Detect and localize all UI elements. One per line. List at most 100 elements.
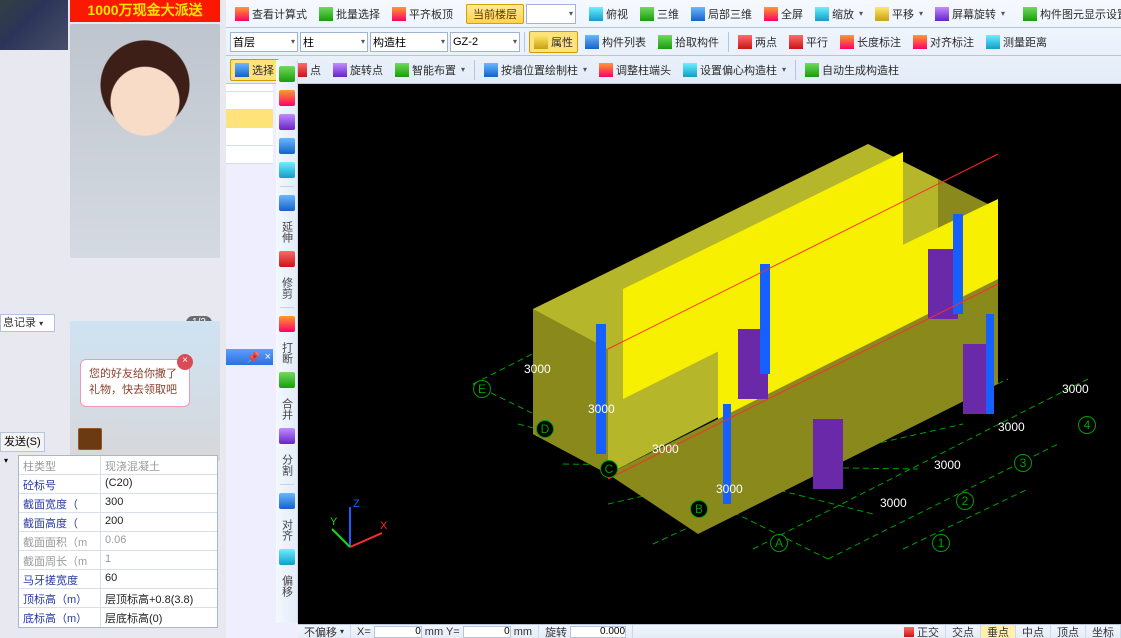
btn-fullscreen[interactable]: 全屏	[759, 3, 808, 25]
vtool-align-icon[interactable]	[279, 493, 295, 509]
prop-value[interactable]: 层顶标高+0.8(3.8)	[101, 589, 217, 607]
vtool-split-icon[interactable]	[279, 428, 295, 444]
y-input[interactable]	[463, 626, 511, 638]
batch-icon	[319, 7, 333, 21]
category-select[interactable]: 柱▾	[300, 32, 368, 52]
prop-label: 截面高度（	[19, 513, 101, 531]
gift-icon[interactable]	[78, 428, 102, 450]
snap-perp[interactable]: 垂点	[981, 624, 1016, 638]
btn-parallel[interactable]: 平行	[784, 31, 833, 53]
btn-topview[interactable]: 俯视	[584, 3, 633, 25]
btn-zoom[interactable]: 缩放	[810, 3, 868, 25]
status-rotate[interactable]: 旋转	[539, 625, 633, 638]
btn-offset-col[interactable]: 设置偏心构造柱	[678, 59, 791, 81]
list-item[interactable]	[226, 146, 273, 164]
btn-properties[interactable]: 属性	[529, 31, 578, 53]
snap-intersect[interactable]: 交点	[946, 624, 981, 638]
snap-vertex[interactable]: 顶点	[1051, 624, 1086, 638]
btn-pick[interactable]: 拾取构件	[653, 31, 724, 53]
vtool-pencil-icon[interactable]	[279, 66, 295, 82]
btn-length-dim[interactable]: 长度标注	[835, 31, 906, 53]
panel-header: 📌×	[226, 349, 273, 365]
offsetcol-icon	[683, 63, 697, 77]
btn-calc[interactable]: 查看计算式	[230, 3, 312, 25]
btn-align-top[interactable]: 平齐板顶	[387, 3, 458, 25]
rot-input[interactable]	[570, 626, 626, 638]
prop-value[interactable]: 200	[101, 513, 217, 531]
length-icon	[840, 35, 854, 49]
bubble-text: 您的好友给你撒了礼物，快去领取吧	[89, 368, 177, 396]
close-icon[interactable]: ×	[265, 351, 271, 363]
vertical-toolbar: 延伸 修剪 打断 合并 分割 对齐 偏移	[276, 60, 298, 623]
dim-label: 3000	[1062, 382, 1089, 396]
btn-select[interactable]: 选择	[230, 59, 279, 81]
floor-combo[interactable]: ▾	[526, 4, 576, 24]
code-select[interactable]: GZ-2▾	[450, 32, 520, 52]
status-x[interactable]: X=mm Y=mm	[351, 625, 539, 638]
topview-icon	[589, 7, 603, 21]
floor-pill: 当前楼层	[466, 4, 524, 24]
floor-select[interactable]: 首层▾	[230, 32, 298, 52]
btn-2pt[interactable]: 两点	[733, 31, 782, 53]
pick-icon	[658, 35, 672, 49]
snap-mid[interactable]: 中点	[1016, 624, 1051, 638]
grid-row-b: B	[690, 500, 708, 518]
btn-3d[interactable]: 三维	[635, 3, 684, 25]
vtool-undo-icon[interactable]	[279, 114, 295, 130]
status-offset[interactable]: 不偏移▾	[298, 625, 351, 638]
btn-autogen[interactable]: 自动生成构造柱	[800, 59, 904, 81]
prop-value[interactable]: 层底标高(0)	[101, 608, 217, 627]
vtool-trim-icon[interactable]	[279, 251, 295, 267]
list-item[interactable]	[226, 92, 273, 110]
grid-row-d: D	[536, 420, 554, 438]
vtool-redo-icon[interactable]	[279, 138, 295, 154]
prop-value[interactable]: 60	[101, 570, 217, 588]
vtool-label: 对齐	[279, 519, 295, 541]
snap-ortho[interactable]: 正交	[898, 624, 946, 638]
autogen-icon	[805, 63, 819, 77]
pin-icon[interactable]: 📌	[247, 351, 261, 364]
local3d-icon	[691, 7, 705, 21]
list-item[interactable]	[226, 128, 273, 146]
dim-label: 3000	[934, 458, 961, 472]
viewport-3d[interactable]: E D C B A 1 2 3 4 3000 3000 3000 3000 30…	[298, 84, 1121, 624]
promo-banner[interactable]: 1000万现金大派送	[70, 0, 220, 22]
btn-smart[interactable]: 智能布置	[390, 59, 470, 81]
notification-bubble[interactable]: × 您的好友给你撒了礼物，快去领取吧	[80, 359, 190, 407]
btn-adjust[interactable]: 调整柱端头	[594, 59, 676, 81]
vtool-offset-icon[interactable]	[279, 549, 295, 565]
subtype-select[interactable]: 构造柱▾	[370, 32, 448, 52]
btn-batch[interactable]: 批量选择	[314, 3, 385, 25]
btn-component-list[interactable]: 构件列表	[580, 31, 651, 53]
prop-value[interactable]: (C20)	[101, 475, 217, 493]
btn-wallcol[interactable]: 按墙位置绘制柱	[479, 59, 592, 81]
btn-rotpoint[interactable]: 旋转点	[328, 59, 388, 81]
adjust-icon	[599, 63, 613, 77]
btn-measure[interactable]: 测量距离	[981, 31, 1052, 53]
close-icon[interactable]: ×	[177, 354, 193, 370]
x-input[interactable]	[374, 626, 422, 638]
status-bar: 不偏移▾ X=mm Y=mm 旋转 正交 交点 垂点 中点 顶点 坐标	[298, 624, 1121, 638]
axis-z: Z	[353, 499, 360, 510]
btn-display-settings[interactable]: 构件图元显示设置	[1018, 3, 1121, 25]
grid-col-4: 4	[1078, 416, 1096, 434]
btn-align-dim[interactable]: 对齐标注	[908, 31, 979, 53]
dim-label: 3000	[880, 496, 907, 510]
parallel-icon	[789, 35, 803, 49]
btn-rotscreen[interactable]: 屏幕旋转	[930, 3, 1010, 25]
vtool-merge-icon[interactable]	[279, 372, 295, 388]
vtool-extend-icon[interactable]	[279, 195, 295, 211]
vtool-misc-icon[interactable]	[279, 162, 295, 178]
log-dropdown[interactable]: 息记录 ▾	[0, 314, 55, 332]
wallcol-icon	[484, 63, 498, 77]
props-icon	[534, 35, 548, 49]
btn-pan[interactable]: 平移	[870, 3, 928, 25]
prop-label: 顶标高（m）	[19, 589, 101, 607]
send-button[interactable]: 发送(S) ▾	[0, 432, 45, 452]
snap-coord[interactable]: 坐标	[1086, 624, 1121, 638]
vtool-break-icon[interactable]	[279, 316, 295, 332]
btn-local3d[interactable]: 局部三维	[686, 3, 757, 25]
list-item[interactable]	[226, 110, 273, 128]
prop-value[interactable]: 300	[101, 494, 217, 512]
vtool-brush-icon[interactable]	[279, 90, 295, 106]
